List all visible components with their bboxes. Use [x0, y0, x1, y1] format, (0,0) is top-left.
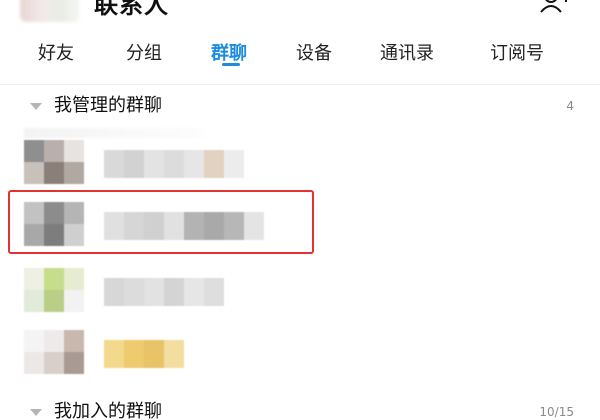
list-item[interactable] [0, 320, 600, 382]
divider [0, 84, 600, 85]
list-item[interactable] [0, 258, 600, 320]
group-avatar [24, 268, 84, 312]
avatar[interactable] [20, 0, 80, 22]
tab-subscriptions[interactable]: 订阅号 [490, 42, 544, 66]
active-tab-indicator [222, 63, 240, 66]
tab-bar: 好友 分组 群聊 设备 通讯录 订阅号 [0, 36, 600, 76]
triangle-down-icon [30, 409, 42, 416]
group-avatar [24, 140, 84, 184]
group-name-blurred [104, 340, 184, 368]
tab-friends[interactable]: 好友 [38, 42, 74, 66]
section-count: 10/15 [539, 405, 574, 419]
list-item[interactable] [0, 130, 600, 192]
group-name-blurred [104, 150, 244, 178]
group-name-blurred [104, 278, 224, 306]
triangle-down-icon [30, 103, 42, 110]
tab-devices[interactable]: 设备 [296, 42, 332, 66]
page-title: 联系人 [94, 0, 169, 19]
highlight-box [8, 190, 314, 254]
tab-address-book[interactable]: 通讯录 [380, 42, 434, 66]
contacts-screen: 联系人 好友 分组 群聊 设备 通讯录 订阅号 我管理的群聊 4 我加入的群聊 … [0, 0, 600, 420]
section-joined-groups[interactable]: 我加入的群聊 10/15 [0, 398, 600, 420]
group-avatar [24, 330, 84, 374]
tab-groups[interactable]: 分组 [126, 42, 162, 66]
add-contact-icon[interactable] [540, 0, 570, 18]
section-count: 4 [566, 99, 574, 113]
section-title: 我加入的群聊 [54, 401, 162, 420]
section-title: 我管理的群聊 [54, 95, 162, 116]
header: 联系人 [0, 0, 600, 24]
section-managed-groups[interactable]: 我管理的群聊 4 [0, 92, 600, 122]
